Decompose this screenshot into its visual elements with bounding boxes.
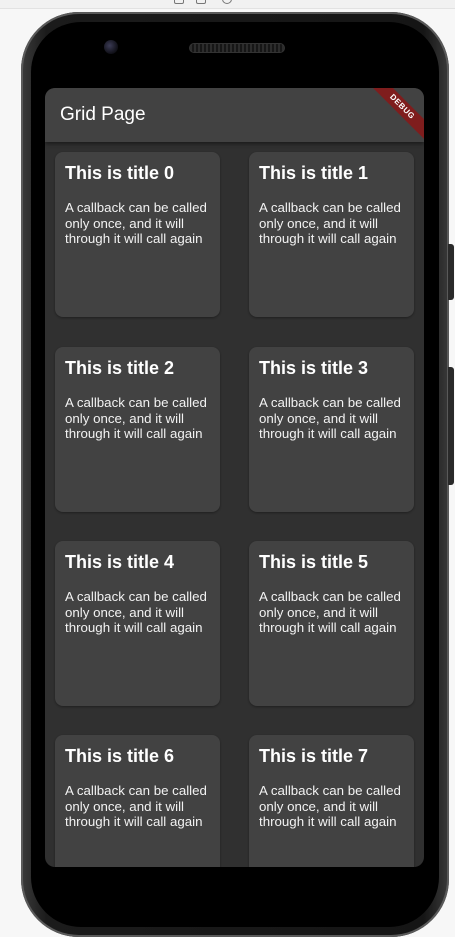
volume-button	[448, 244, 454, 300]
camera-icon	[104, 40, 118, 54]
toolbar-icon[interactable]	[174, 0, 184, 4]
grid-card[interactable]: This is title 6 A callback can be called…	[55, 735, 220, 867]
card-body: A callback can be called only once, and …	[65, 783, 207, 829]
card-body: A callback can be called only once, and …	[259, 200, 401, 246]
grid-card[interactable]: This is title 4 A callback can be called…	[55, 541, 220, 706]
app-bar: Grid Page	[45, 88, 424, 142]
card-body: A callback can be called only once, and …	[65, 589, 207, 635]
grid-card[interactable]: This is title 2 A callback can be called…	[55, 347, 220, 512]
card-body: A callback can be called only once, and …	[259, 395, 401, 441]
card-title: This is title 2	[65, 358, 175, 378]
speaker-grille	[189, 43, 285, 53]
app-screen: Grid Page DEBUG This is title 0 A callba…	[45, 88, 424, 867]
card-title: This is title 1	[259, 163, 369, 183]
grid-card[interactable]: This is title 5 A callback can be called…	[249, 541, 414, 706]
card-title: This is title 4	[65, 552, 175, 572]
page-title: Grid Page	[60, 104, 146, 125]
toolbar-icon[interactable]	[222, 0, 232, 4]
power-button	[448, 367, 454, 485]
card-title: This is title 0	[65, 163, 175, 183]
card-body: A callback can be called only once, and …	[65, 200, 207, 246]
grid-card[interactable]: This is title 7 A callback can be called…	[249, 735, 414, 867]
card-grid[interactable]: This is title 0 A callback can be called…	[45, 142, 424, 867]
grid-card[interactable]: This is title 3 A callback can be called…	[249, 347, 414, 512]
card-body: A callback can be called only once, and …	[259, 589, 401, 635]
card-title: This is title 7	[259, 746, 369, 766]
host-toolbar	[0, 0, 455, 9]
grid-card[interactable]: This is title 1 A callback can be called…	[249, 152, 414, 317]
card-title: This is title 5	[259, 552, 369, 572]
card-title: This is title 3	[259, 358, 369, 378]
card-body: A callback can be called only once, and …	[259, 783, 401, 829]
toolbar-icon[interactable]	[196, 0, 206, 4]
card-body: A callback can be called only once, and …	[65, 395, 207, 441]
grid-card[interactable]: This is title 0 A callback can be called…	[55, 152, 220, 317]
card-title: This is title 6	[65, 746, 175, 766]
